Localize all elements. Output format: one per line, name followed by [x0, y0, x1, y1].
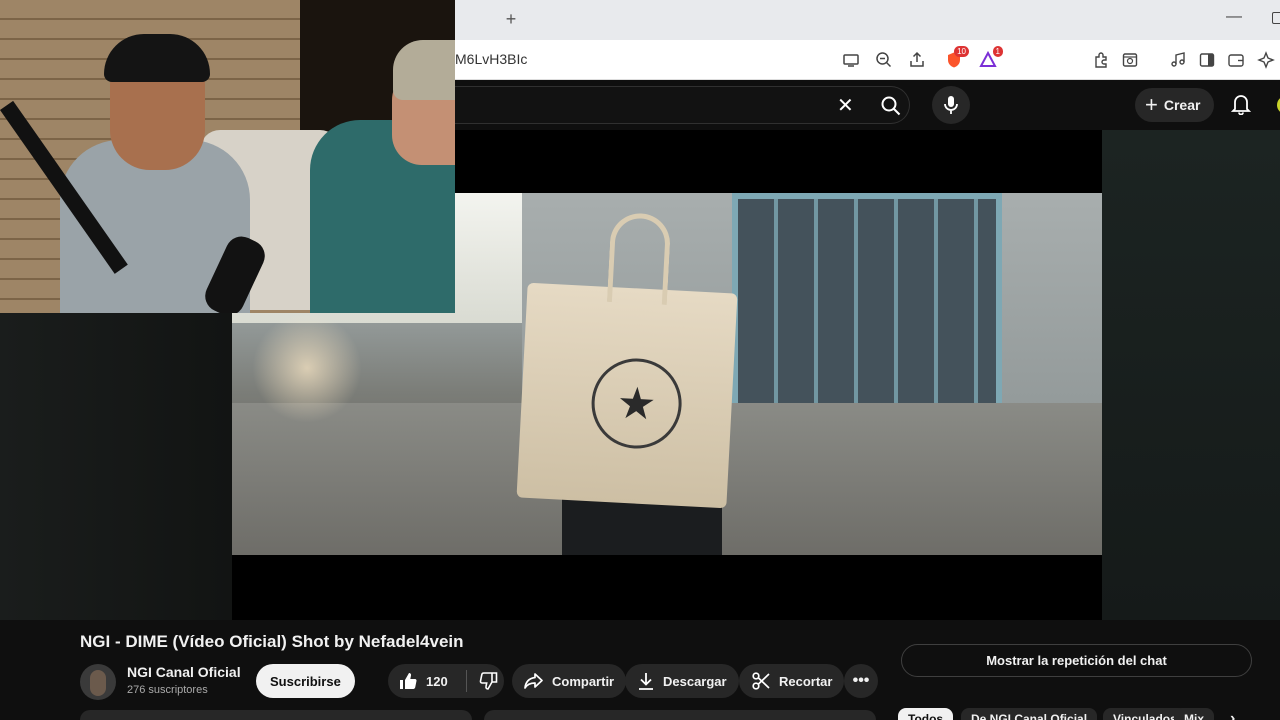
download-label: Descargar	[663, 673, 727, 689]
frame-tote-bag: ★	[516, 211, 738, 509]
shield-count-badge: 10	[954, 46, 969, 57]
reading-list-icon[interactable]	[1120, 50, 1140, 70]
thumbs-up-icon	[398, 671, 418, 691]
voice-search-button[interactable]	[932, 86, 970, 124]
like-dislike-group: 120	[388, 664, 504, 698]
download-icon	[637, 671, 655, 691]
zoom-out-icon[interactable]	[874, 50, 894, 70]
maximize-button[interactable]	[1272, 12, 1280, 24]
share-icon[interactable]	[907, 50, 927, 70]
clear-search-icon[interactable]: ✕	[837, 96, 854, 116]
show-chat-replay-button[interactable]: Mostrar la repetición del chat	[901, 644, 1252, 677]
notifications-bell-icon[interactable]	[1229, 92, 1253, 116]
related-filter-chips: Todos De NGI Canal Oficial Vinculados Mi…	[898, 708, 1280, 720]
like-count: 120	[426, 673, 448, 689]
like-separator	[465, 670, 467, 692]
thumbs-down-icon	[479, 671, 499, 691]
create-button[interactable]: + Crear	[1135, 88, 1215, 122]
chip-from-channel[interactable]: De NGI Canal Oficial	[961, 708, 1098, 720]
extensions-icon[interactable]	[1091, 50, 1111, 70]
chip-mix[interactable]: Mix	[1174, 708, 1215, 720]
chips-next-chevron-icon[interactable]: ›	[1222, 708, 1243, 720]
webcam-overlay	[0, 0, 455, 313]
like-button[interactable]: 120	[388, 664, 448, 698]
video-title: NGI - DIME (Vídeo Oficial) Shot by Nefad…	[80, 632, 464, 651]
more-actions-button[interactable]: •••	[844, 664, 878, 698]
youtube-header: ✕ + Crear	[455, 80, 1280, 130]
search-input[interactable]: ✕	[455, 86, 910, 124]
browser-tabstrip: + —	[455, 0, 1280, 40]
share-arrow-icon	[524, 672, 544, 690]
browser-address-bar: M6LvH3BIc 10 1	[455, 40, 1280, 80]
subscriber-count: 276 suscriptores	[127, 684, 208, 696]
star-stamp-icon: ★	[589, 356, 684, 451]
clip-label: Recortar	[779, 673, 833, 689]
minimize-button[interactable]: —	[1226, 8, 1242, 26]
video-details: NGI - DIME (Vídeo Oficial) Shot by Nefad…	[0, 620, 1280, 720]
share-label: Compartir	[552, 673, 615, 689]
rewards-count-badge: 1	[992, 46, 1003, 57]
sidebar-icon[interactable]	[1197, 50, 1217, 70]
cast-icon[interactable]	[841, 50, 861, 70]
frame-lens-flare	[252, 313, 362, 423]
ambient-glow-right	[1102, 130, 1280, 620]
subscribe-button[interactable]: Suscribirse	[256, 664, 355, 698]
channel-name[interactable]: NGI Canal Oficial	[127, 664, 241, 680]
description-box[interactable]	[80, 710, 472, 720]
brave-shield-icon[interactable]: 10	[944, 46, 969, 70]
plus-icon: +	[1145, 92, 1158, 117]
chip-all[interactable]: Todos	[898, 708, 954, 720]
create-label: Crear	[1163, 97, 1201, 113]
webcam-person-right-cap	[393, 40, 455, 100]
channel-avatar[interactable]	[80, 664, 116, 700]
frame-bag-handle	[606, 211, 672, 305]
share-button[interactable]: Compartir	[512, 664, 627, 698]
frame-window-bars	[738, 199, 996, 437]
wallet-icon[interactable]	[1226, 50, 1246, 70]
microphone-icon	[943, 95, 959, 115]
comments-box[interactable]	[484, 710, 876, 720]
download-button[interactable]: Descargar	[625, 664, 739, 698]
rewards-icon[interactable]: 1	[978, 46, 1003, 70]
screen: + — M6LvH3BIc 10 1 ✕ + Crear ★ NGI - DIM…	[0, 0, 1280, 720]
webcam-person-left-hair	[104, 34, 210, 82]
media-icon[interactable]	[1168, 50, 1188, 70]
search-icon[interactable]	[873, 93, 909, 119]
scissors-icon	[751, 671, 771, 691]
url-text[interactable]: M6LvH3BIc	[455, 51, 527, 67]
leo-ai-icon[interactable]	[1256, 50, 1276, 70]
new-tab-button[interactable]: +	[501, 9, 521, 29]
clip-button[interactable]: Recortar	[739, 664, 845, 698]
dislike-button[interactable]	[475, 664, 504, 698]
